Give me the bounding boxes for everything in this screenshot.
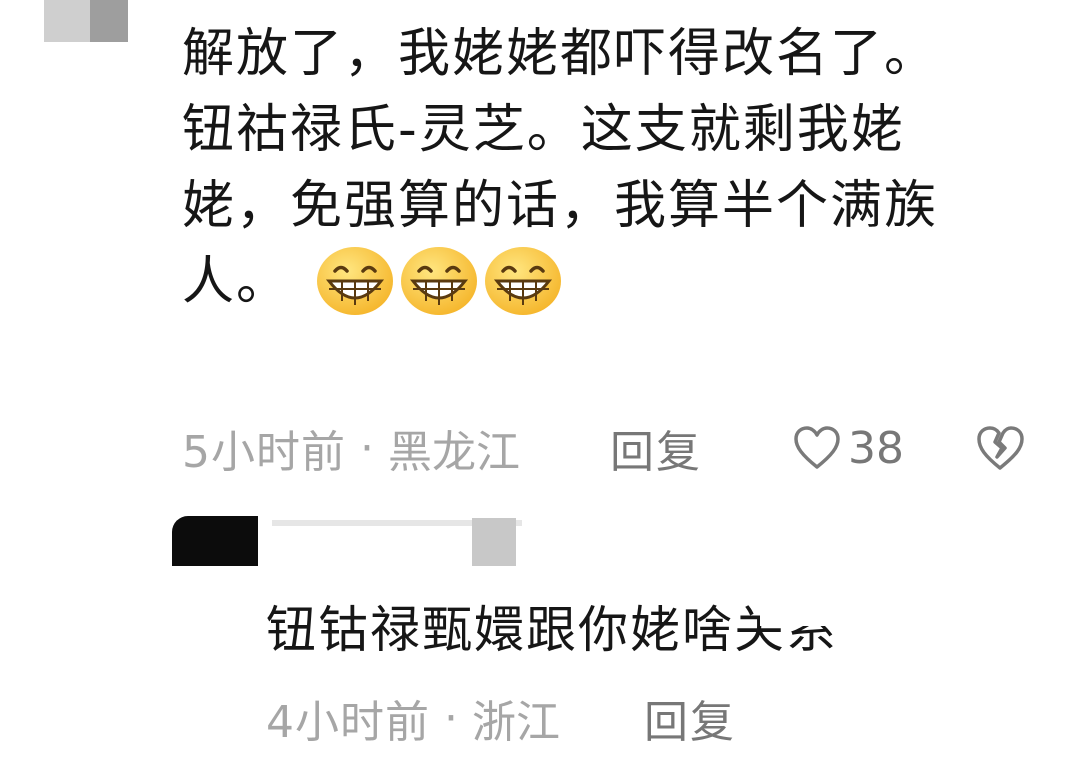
text-clip-overlay	[760, 590, 920, 626]
comment-meta: 5小时前 · 黑龙江 回复 38	[182, 416, 1052, 480]
comment-line: 人。	[182, 244, 1042, 321]
like-count: 38	[848, 422, 904, 474]
emoji-row	[315, 245, 563, 317]
like-button[interactable]: 38	[792, 423, 904, 474]
timestamp: 4小时前	[266, 697, 430, 748]
broken-heart-icon[interactable]	[974, 424, 1026, 472]
comment-line: 姥，免强算的话，我算半个满族	[182, 176, 939, 236]
timestamp: 5小时前	[182, 427, 346, 478]
reply-meta: 4小时前 · 浙江 回复	[266, 686, 966, 750]
grin-emoji-icon	[400, 247, 477, 315]
avatar-redacted[interactable]	[0, 0, 128, 42]
location: 浙江	[472, 697, 560, 748]
avatar-redaction	[172, 516, 258, 566]
meta-separator: ·	[360, 422, 374, 474]
redaction-block	[472, 518, 516, 566]
comment-line: 钮祜禄氏-灵芝。这支就剩我姥	[182, 100, 905, 160]
reply-user-redacted[interactable]	[172, 508, 532, 566]
grin-emoji-icon	[484, 247, 561, 315]
meta-separator: ·	[444, 692, 458, 744]
grin-emoji-icon	[316, 247, 393, 315]
location: 黑龙江	[388, 427, 520, 478]
reply-button[interactable]: 回复	[610, 416, 702, 480]
comment-thread: 解放了，我姥姥都吓得改名了。 钮祜禄氏-灵芝。这支就剩我姥 姥，免强算的话，我算…	[0, 0, 1080, 767]
comment-body: 解放了，我姥姥都吓得改名了。 钮祜禄氏-灵芝。这支就剩我姥 姥，免强算的话，我算…	[182, 16, 1042, 321]
redaction-block	[44, 0, 90, 42]
heart-icon	[794, 426, 840, 469]
redaction-block	[90, 0, 128, 42]
comment-line-text: 人。	[182, 252, 291, 312]
reply-button[interactable]: 回复	[644, 686, 736, 750]
comment-line: 解放了，我姥姥都吓得改名了。	[182, 24, 939, 84]
